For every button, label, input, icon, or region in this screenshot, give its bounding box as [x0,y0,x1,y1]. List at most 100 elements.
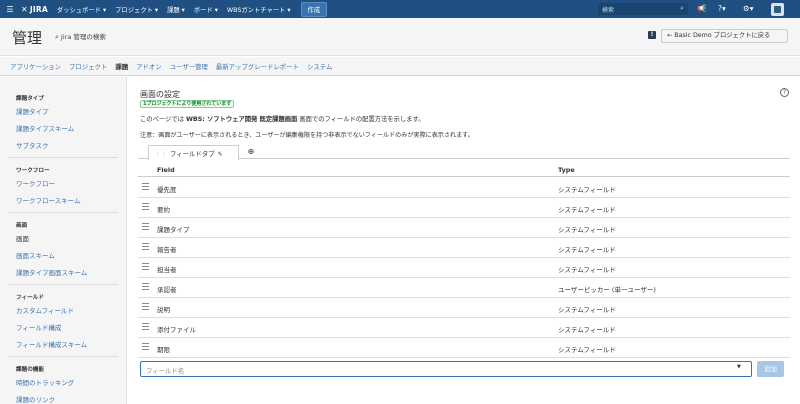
admin-sidebar: 課題タイプ 課題タイプ 課題タイプスキーム サブタスク ワークフロー ワークフロ… [0,77,127,404]
add-tab-icon[interactable]: ⊕ [246,147,256,157]
add-field-row: フィールド名 ▼ 追加 [138,359,790,379]
help-menu-icon[interactable]: ?▾ [718,4,726,13]
sidebar-heading: 画面 [16,223,28,229]
field-name: 報告者 [157,246,177,254]
drag-handle-icon[interactable]: ⋮⋮ [155,151,167,158]
tab-issues[interactable]: 課題 [115,62,128,71]
global-search-placeholder: 検索 [602,7,615,14]
sidebar-divider [8,356,118,357]
sidebar-item-screen-schemes[interactable]: 画面スキーム [16,250,126,260]
feedback-icon[interactable]: ! [648,31,656,39]
table-row[interactable]: 担当者 システムフィールド [138,258,790,278]
drag-handle-icon[interactable] [142,203,149,210]
search-icon: ⌕ [680,4,684,12]
field-name: 期限 [157,346,170,354]
tab-upgrade-report[interactable]: 最新アップグレードレポート [216,62,299,71]
field-type: システムフィールド [558,206,616,214]
table-row[interactable]: 優先度 システムフィールド [138,178,790,198]
admin-search-link[interactable]: ⌕ Jira 管理の検索 [55,31,106,42]
sidebar-group-screens: 画面 画面 画面スキーム 課題タイプ画面スキーム [0,221,126,277]
column-header-type: Type [558,166,575,174]
drag-handle-icon[interactable] [142,263,149,270]
nav-dashboards[interactable]: ダッシュボード ▾ [57,5,106,14]
tab-applications[interactable]: アプリケーション [10,62,61,71]
table-row[interactable]: 報告者 システムフィールド [138,238,790,258]
app-switcher-icon[interactable]: ☰ [3,5,17,14]
field-type: システムフィールド [558,306,616,314]
sidebar-item-time-tracking[interactable]: 時間のトラッキング [16,377,126,387]
nav-wbs-gantt[interactable]: WBSガントチャート ▾ [227,5,291,14]
screen-config-title: 画面の設定 [140,90,180,99]
tab-projects[interactable]: プロジェクト [69,62,107,71]
field-name: 担当者 [157,266,177,274]
fields-table-header: Field Type [138,164,790,177]
page-title: 管理 [12,29,43,47]
sidebar-heading: 課題の機能 [16,367,44,373]
fields-table-body: 優先度 システムフィールド 要約 システムフィールド 課題タイプ システムフィールド … [138,178,790,358]
usage-badge[interactable]: 1プロジェクトにより使用されています [140,100,235,108]
screen-description: このページでは WBS: ソフトウェア開発 既定課題画面 画面でのフィールドの配… [140,116,425,123]
sidebar-group-issue-features: 課題の機能 時間のトラッキング 課題のリンク [0,365,126,404]
sidebar-item-issue-type-schemes[interactable]: 課題タイプスキーム [16,123,126,133]
sidebar-item-issue-types[interactable]: 課題タイプ [16,106,126,116]
drag-handle-icon[interactable] [142,303,149,310]
chevron-down-icon[interactable]: ▼ [737,364,741,370]
tab-field-tab[interactable]: ⋮⋮ フィールドタブ ✎ [148,145,239,160]
gear-icon[interactable]: ⚙▾ [743,4,754,13]
tab-user-management[interactable]: ユーザー管理 [170,62,208,71]
sidebar-item-workflow-schemes[interactable]: ワークフロースキーム [16,195,126,205]
drag-handle-icon[interactable] [142,223,149,230]
sidebar-item-custom-fields[interactable]: カスタムフィールド [16,305,126,315]
table-row[interactable]: 承認者 ユーザーピッカー (単一ユーザー) [138,278,790,298]
sidebar-item-issue-type-screen-schemes[interactable]: 課題タイプ画面スキーム [16,267,126,277]
nav-projects[interactable]: プロジェクト ▾ [115,5,158,14]
top-navigation-bar: ☰ ✕ JIRA ダッシュボード ▾ プロジェクト ▾ 課題 ▾ ボード ▾ WB… [0,0,800,18]
help-icon[interactable]: ? [780,88,789,97]
field-name: 優先度 [157,186,177,194]
table-row[interactable]: 課題タイプ システムフィールド [138,218,790,238]
drag-handle-icon[interactable] [142,283,149,290]
table-row[interactable]: 要約 システムフィールド [138,198,790,218]
field-name: 説明 [157,306,170,314]
nav-boards[interactable]: ボード ▾ [194,5,218,14]
sidebar-item-workflows[interactable]: ワークフロー [16,178,126,188]
drag-handle-icon[interactable] [142,183,149,190]
sidebar-item-screens[interactable]: 画面 [16,233,126,243]
pencil-icon[interactable]: ✎ [218,151,223,158]
table-row[interactable]: 期限 システムフィールド [138,338,790,358]
tab-system[interactable]: システム [307,62,332,71]
visibility-note: 注意：画面がユーザーに表示されるとき、ユーザーが編集権限を持つ非表示でないフィー… [140,132,474,139]
sidebar-item-subtasks[interactable]: サブタスク [16,140,126,150]
sidebar-item-field-configuration-schemes[interactable]: フィールド構成スキーム [16,339,126,349]
back-to-project-button[interactable]: ← Basic Demo プロジェクトに戻る [661,29,788,43]
avatar[interactable] [771,3,784,16]
nav-issues[interactable]: 課題 ▾ [167,5,185,14]
megaphone-icon[interactable]: 📢 [697,4,706,13]
field-name: 要約 [157,206,170,214]
admin-tabs: アプリケーション プロジェクト 課題 アドオン ユーザー管理 最新アップグレード… [0,57,800,76]
sidebar-heading: 課題タイプ [16,96,44,102]
field-type: システムフィールド [558,326,616,334]
field-name: 承認者 [157,286,177,294]
add-field-button[interactable]: 追加 [757,361,784,377]
sidebar-group-fields: フィールド カスタムフィールド フィールド構成 フィールド構成スキーム [0,293,126,349]
table-row[interactable]: 説明 システムフィールド [138,298,790,318]
field-name-input[interactable]: フィールド名 [140,361,752,377]
drag-handle-icon[interactable] [142,323,149,330]
field-type: ユーザーピッカー (単一ユーザー) [558,286,656,294]
field-name: 添付ファイル [157,326,196,334]
tab-addons[interactable]: アドオン [136,62,162,71]
column-header-field: Field [157,166,175,174]
drag-handle-icon[interactable] [142,243,149,250]
table-row[interactable]: 添付ファイル システムフィールド [138,318,790,338]
sidebar-group-issue-types: 課題タイプ 課題タイプ 課題タイプスキーム サブタスク [0,94,126,150]
screen-name: WBS: ソフトウェア開発 既定課題画面 [185,116,298,123]
global-search-input[interactable]: 検索 ⌕ [598,3,688,15]
jira-logo[interactable]: ✕ JIRA [21,5,48,14]
sidebar-item-issue-linking[interactable]: 課題のリンク [16,394,126,404]
admin-header: 管理 ⌕ Jira 管理の検索 ! ← Basic Demo プロジェクトに戻る [0,18,800,56]
drag-handle-icon[interactable] [142,343,149,350]
create-button[interactable]: 作成 [300,1,328,17]
sidebar-item-field-configurations[interactable]: フィールド構成 [16,322,126,332]
field-name: 課題タイプ [157,226,190,234]
